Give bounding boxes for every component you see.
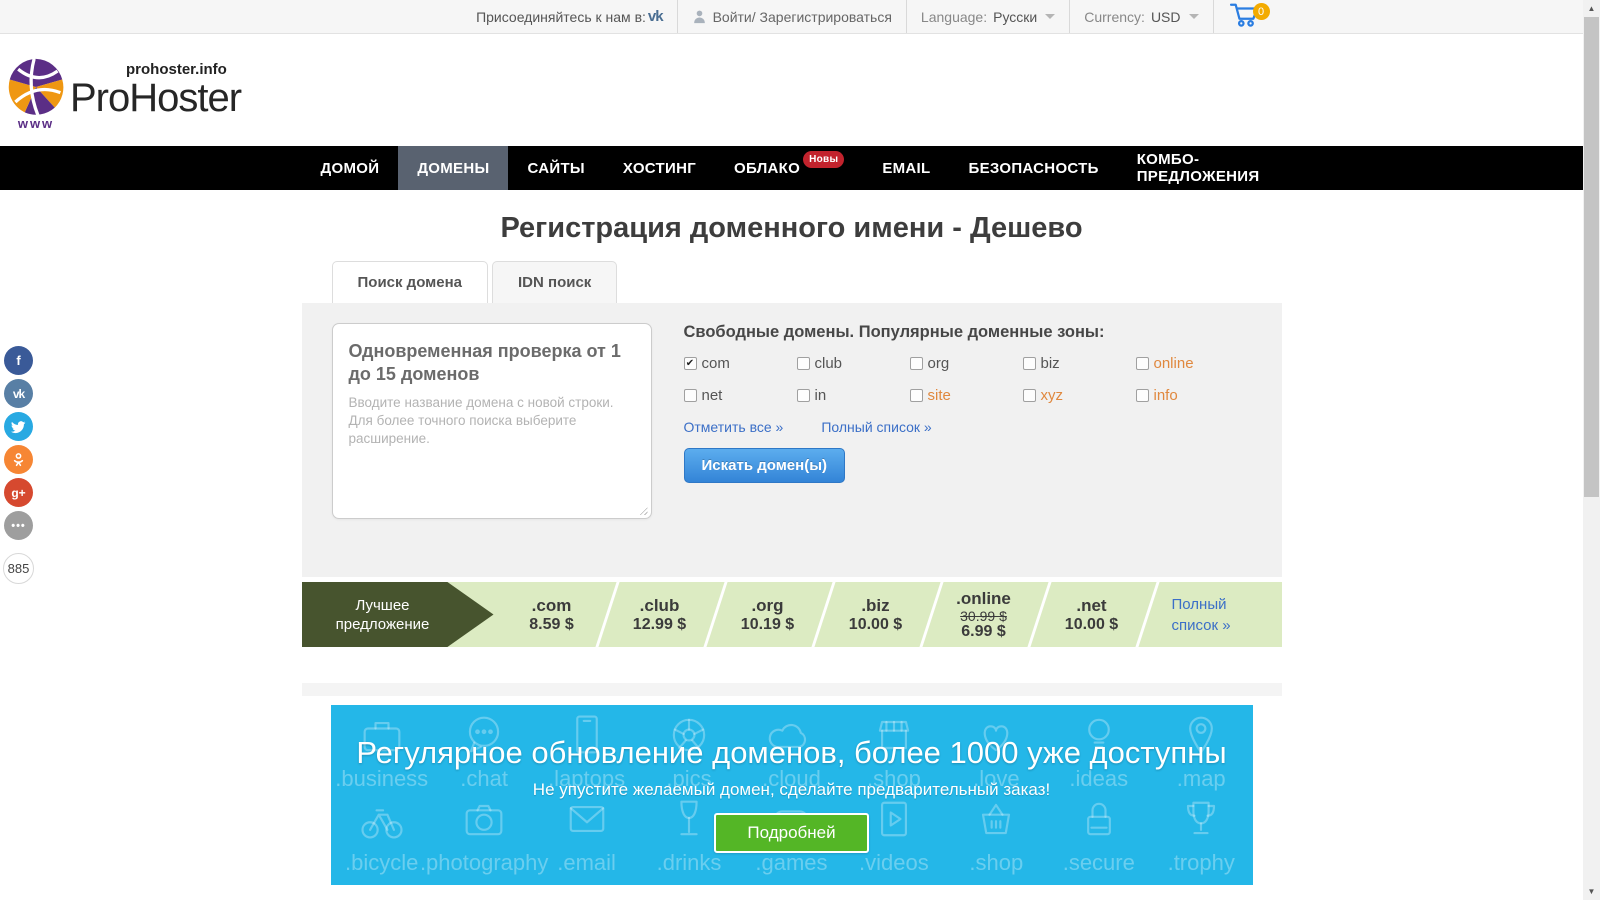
facebook-icon[interactable]: f <box>4 346 33 375</box>
nav-item-home[interactable]: ДОМОЙ <box>302 146 399 190</box>
nav-item-domains[interactable]: ДОМЕНЫ <box>398 146 508 190</box>
old-price: 30.99 $ <box>960 608 1007 624</box>
checkbox-in[interactable] <box>797 389 810 402</box>
join-us-block: Присоединяйтесь к нам в: vk <box>462 0 677 33</box>
globe-icon <box>6 57 66 122</box>
zones-grid: ✔com club org biz online net in site xyz… <box>684 355 1249 404</box>
resize-handle[interactable] <box>638 505 648 515</box>
social-share-sidebar: f vk g+ ••• 885 <box>3 346 34 584</box>
nav-item-cloud[interactable]: ОБЛАКО Новы <box>715 146 863 190</box>
more-share-icon[interactable]: ••• <box>4 511 33 540</box>
nav-item-combo[interactable]: КОМБО-ПРЕДЛОЖЕНИЯ <box>1118 146 1282 190</box>
scroll-up-arrow[interactable]: ▲ <box>1583 0 1600 17</box>
topbar: Присоединяйтесь к нам в: vk Войти/ Зарег… <box>0 0 1583 34</box>
zone-net[interactable]: net <box>684 387 797 404</box>
nav-item-security[interactable]: БЕЗОПАСНОСТЬ <box>949 146 1117 190</box>
zones-title: Свободные домены. Популярные доменные зо… <box>684 323 1249 342</box>
logo-name: ProHoster <box>70 78 241 118</box>
zone-online[interactable]: online <box>1136 355 1249 372</box>
header: www prohoster.info ProHoster <box>0 34 1583 146</box>
nav-item-hosting[interactable]: ХОСТИНГ <box>604 146 715 190</box>
zone-com[interactable]: ✔com <box>684 355 797 372</box>
zone-org[interactable]: org <box>910 355 1023 372</box>
zones-form: Свободные домены. Популярные доменные зо… <box>684 323 1249 577</box>
zone-club[interactable]: club <box>797 355 910 372</box>
ribbon-item-online: .online 30.99 $ 6.99 $ <box>930 582 1038 647</box>
zone-in[interactable]: in <box>797 387 910 404</box>
tab-domain-search[interactable]: Поиск домена <box>332 261 489 303</box>
select-all-link[interactable]: Отметить все » <box>684 419 784 435</box>
full-list-link[interactable]: Полный список » <box>821 419 931 435</box>
search-domains-button[interactable]: Искать домен(ы) <box>684 448 846 483</box>
scrollbar-thumb[interactable] <box>1584 17 1599 497</box>
chevron-down-icon <box>1045 14 1055 19</box>
main-content: Регистрация доменного имени - Дешево Пои… <box>302 212 1282 885</box>
twitter-icon[interactable] <box>4 412 33 441</box>
domains-update-banner: .business .chat .laptops .pics .cloud .s… <box>331 705 1253 885</box>
currency-value: USD <box>1151 9 1181 25</box>
checkbox-biz[interactable] <box>1023 357 1036 370</box>
page: Присоединяйтесь к нам в: vk Войти/ Зарег… <box>0 0 1583 900</box>
new-badge: Новы <box>803 151 844 168</box>
vk-icon[interactable]: vk <box>648 8 663 25</box>
price-ribbon: Лучшее предложение .com8.59 $ .club12.99… <box>302 582 1282 647</box>
checkbox-com[interactable]: ✔ <box>684 357 697 370</box>
google-plus-icon[interactable]: g+ <box>4 478 33 507</box>
ribbon-full-list-link[interactable]: Полный список » <box>1146 582 1278 647</box>
banner-title: Регулярное обновление доменов, более 100… <box>331 735 1253 771</box>
domain-input-title: Одновременная проверка от 1 до 15 домено… <box>349 340 635 386</box>
login-register-label: Войти/ Зарегистрироваться <box>713 9 892 25</box>
zone-info[interactable]: info <box>1136 387 1249 404</box>
ribbon-item-net: .net10.00 $ <box>1038 582 1146 647</box>
main-nav: ДОМОЙ ДОМЕНЫ САЙТЫ ХОСТИНГ ОБЛАКО Новы E… <box>0 146 1583 190</box>
odnoklassniki-icon[interactable] <box>4 445 33 474</box>
banner-subtitle: Не упустите желаемый домен, сделайте пре… <box>331 780 1253 800</box>
checkbox-info[interactable] <box>1136 389 1149 402</box>
currency-selector[interactable]: Currency: USD <box>1069 0 1212 33</box>
nav-item-sites[interactable]: САЙТЫ <box>508 146 603 190</box>
tabs: Поиск домена IDN поиск <box>302 261 1282 303</box>
tab-idn-search[interactable]: IDN поиск <box>492 261 617 303</box>
domain-input-placeholder: Вводите название домена с новой строки. … <box>349 394 635 448</box>
domain-input[interactable]: Одновременная проверка от 1 до 15 домено… <box>332 323 652 519</box>
ribbon-item-club: .club12.99 $ <box>606 582 714 647</box>
checkbox-org[interactable] <box>910 357 923 370</box>
ribbon-item-biz: .biz10.00 $ <box>822 582 930 647</box>
zone-site[interactable]: site <box>910 387 1023 404</box>
vk-icon[interactable]: vk <box>4 379 33 408</box>
section-divider <box>302 683 1282 696</box>
checkbox-online[interactable] <box>1136 357 1149 370</box>
language-selector[interactable]: Language: Русски <box>906 0 1069 33</box>
language-value: Русски <box>993 9 1037 25</box>
join-us-label: Присоединяйтесь к нам в: <box>476 9 646 25</box>
login-register-link[interactable]: Войти/ Зарегистрироваться <box>677 0 906 33</box>
checkbox-site[interactable] <box>910 389 923 402</box>
currency-label: Currency: <box>1084 9 1145 25</box>
vertical-scrollbar[interactable]: ▲ ▼ <box>1583 0 1600 900</box>
language-label: Language: <box>921 9 987 25</box>
checkbox-club[interactable] <box>797 357 810 370</box>
share-counter: 885 <box>3 553 34 584</box>
ribbon-item-org: .org10.19 $ <box>714 582 822 647</box>
best-offer-arrow: Лучшее предложение <box>302 582 494 647</box>
zone-xyz[interactable]: xyz <box>1023 387 1136 404</box>
checkbox-net[interactable] <box>684 389 697 402</box>
logo[interactable]: www prohoster.info ProHoster <box>6 49 241 131</box>
scroll-down-arrow[interactable]: ▼ <box>1583 883 1600 900</box>
person-icon <box>692 9 707 24</box>
logo-www: www <box>18 116 54 131</box>
ribbon-item-com: .com8.59 $ <box>498 582 606 647</box>
checkbox-xyz[interactable] <box>1023 389 1036 402</box>
page-title: Регистрация доменного имени - Дешево <box>302 212 1282 245</box>
details-button[interactable]: Подробней <box>714 813 868 853</box>
domain-search-panel: Одновременная проверка от 1 до 15 домено… <box>302 303 1282 577</box>
zone-biz[interactable]: biz <box>1023 355 1136 372</box>
cart-button[interactable]: 0 <box>1213 0 1282 33</box>
cart-count-badge: 0 <box>1253 3 1270 20</box>
chevron-down-icon <box>1189 14 1199 19</box>
nav-item-email[interactable]: EMAIL <box>863 146 949 190</box>
